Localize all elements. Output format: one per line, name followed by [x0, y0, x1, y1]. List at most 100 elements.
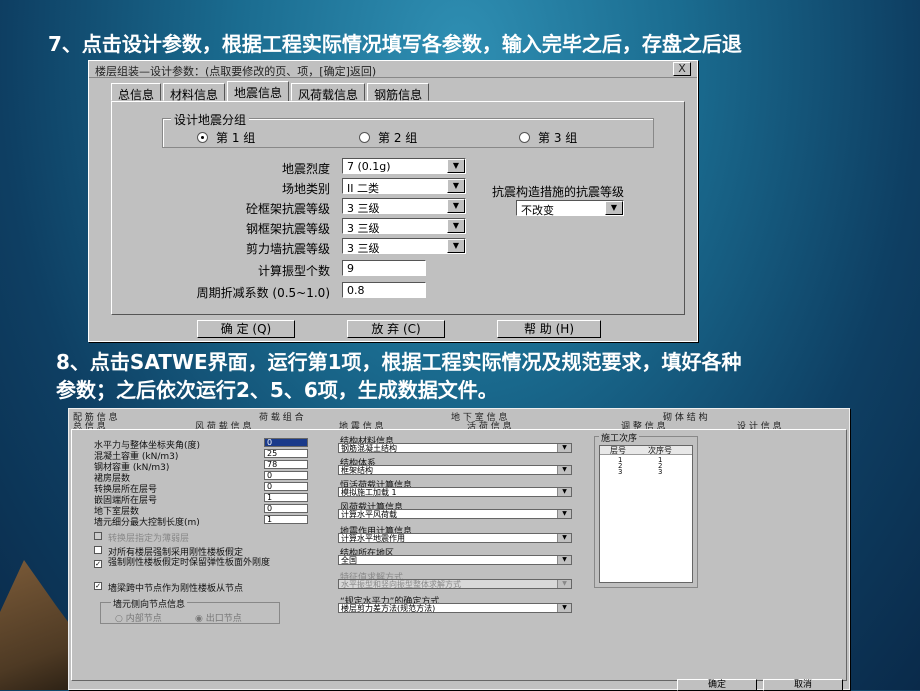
table-cell: 3 — [658, 468, 663, 476]
detailing-grade-select[interactable]: 不改变 ▼ — [516, 200, 624, 217]
angle-input[interactable]: 0 — [264, 438, 308, 447]
wall-mesh-length-input[interactable]: 1 — [264, 515, 308, 524]
concrete-frame-grade-select[interactable]: 3 三级 ▼ — [342, 198, 466, 215]
table-cell: 3 — [618, 468, 623, 476]
select-value: 7 (0.1g) — [347, 160, 391, 173]
radio-group-1[interactable]: 第 1 组 — [197, 129, 255, 146]
field-label-intensity: 地震烈度 — [281, 162, 330, 176]
radio-icon — [519, 132, 530, 143]
cancel-button[interactable]: 取消 — [763, 679, 843, 691]
select-value: 3 三级 — [347, 202, 380, 215]
chevron-down-icon[interactable]: ▼ — [557, 510, 571, 518]
checkbox-transfer-weak[interactable] — [94, 532, 102, 540]
group-title: 设计地震分组 — [171, 111, 250, 128]
help-button[interactable]: 帮 助 (H) — [497, 320, 601, 338]
group-title: 施工次序 — [599, 431, 640, 444]
concrete-density-input[interactable]: 25 — [264, 449, 308, 458]
detailing-grade-label: 抗震构造措施的抗震等级 — [491, 185, 624, 199]
radio-group-3[interactable]: 第 3 组 — [519, 129, 577, 146]
structure-system-select[interactable]: 框架结构 ▼ — [338, 465, 572, 475]
radio-label: 第 1 组 — [216, 131, 256, 145]
chevron-down-icon[interactable]: ▼ — [557, 580, 571, 588]
shear-wall-grade-select[interactable]: 3 三级 ▼ — [342, 238, 466, 255]
close-icon[interactable]: X — [673, 62, 691, 76]
select-value: 3 三级 — [347, 222, 380, 235]
tab-rebar[interactable]: 钢筋信息 — [367, 83, 430, 102]
region-select[interactable]: 全国 ▼ — [338, 555, 572, 565]
chevron-down-icon[interactable]: ▼ — [447, 239, 465, 253]
field-label-modes: 计算振型个数 — [257, 264, 330, 278]
chevron-down-icon[interactable]: ▼ — [557, 466, 571, 474]
radio-label: 出口节点 — [205, 614, 242, 624]
field-label-site: 场地类别 — [281, 182, 330, 196]
chevron-down-icon[interactable]: ▼ — [557, 604, 571, 612]
chevron-down-icon[interactable]: ▼ — [447, 159, 465, 173]
embed-floor-input[interactable]: 1 — [264, 493, 308, 502]
chevron-down-icon[interactable]: ▼ — [605, 201, 623, 215]
group-title: 墙元侧向节点信息 — [111, 597, 188, 610]
ok-button[interactable]: 确 定 (Q) — [197, 320, 295, 338]
cancel-button[interactable]: 放 弃 (C) — [347, 320, 445, 338]
period-factor-input[interactable]: 0.8 — [342, 282, 426, 298]
eigen-method-select[interactable]: 水平振型和竖向振型整体求解方式 ▼ — [338, 579, 572, 589]
radio-exit-node[interactable]: ◉ 出口节点 — [195, 611, 242, 624]
material-select[interactable]: 钢筋混凝土结构 ▼ — [338, 443, 572, 453]
radio-inner-node[interactable]: ○ 内部节点 — [115, 611, 162, 624]
check-label: 强制刚性楼板假定时保留弹性板面外刚度 — [108, 558, 271, 568]
seismic-panel: 设计地震分组 第 1 组 第 2 组 第 3 组 地震烈度 7 (0.1g) ▼ … — [111, 101, 685, 315]
podium-floors-input[interactable]: 0 — [264, 471, 308, 480]
field-label-period-factor: 周期折减系数 (0.5~1.0) — [196, 286, 330, 300]
chevron-down-icon[interactable]: ▼ — [557, 556, 571, 564]
step8-text-line2: 参数；之后依次运行2、5、6项，生成数据文件。 — [56, 378, 498, 402]
select-value: 钢筋混凝土结构 — [341, 444, 397, 453]
chevron-down-icon[interactable]: ▼ — [557, 488, 571, 496]
basement-floors-input[interactable]: 0 — [264, 504, 308, 513]
select-value: 框架结构 — [341, 466, 373, 475]
transfer-floor-input[interactable]: 0 — [264, 482, 308, 491]
tab-row-bottom: 总 信 息 风 荷 载 信 息 地 震 信 息 活 荷 信 息 调 整 信 息 … — [69, 419, 851, 432]
select-value: 不改变 — [521, 204, 554, 217]
select-value: 全国 — [341, 556, 357, 565]
radio-icon — [359, 132, 370, 143]
dead-live-select[interactable]: 模拟施工加载 1 ▼ — [338, 487, 572, 497]
table-header: 层号 次序号 — [600, 446, 692, 455]
radio-label: 第 3 组 — [538, 131, 578, 145]
construction-table[interactable]: 层号 次序号 1 1 2 2 3 3 — [599, 445, 693, 583]
select-value: 3 三级 — [347, 242, 380, 255]
radio-selected-icon — [197, 132, 208, 143]
chevron-down-icon[interactable]: ▼ — [557, 534, 571, 542]
tab-material[interactable]: 材料信息 — [163, 83, 226, 102]
steel-density-input[interactable]: 78 — [264, 460, 308, 469]
wind-calc-select[interactable]: 计算水平风荷载 ▼ — [338, 509, 572, 519]
checkbox-beam-node[interactable]: ✓ — [94, 582, 102, 590]
tab-general[interactable]: 总信息 — [111, 83, 162, 102]
ok-button[interactable]: 确定 — [677, 679, 757, 691]
construction-group: 施工次序 层号 次序号 1 1 2 2 3 3 — [594, 431, 698, 588]
radio-label: 内部节点 — [125, 614, 162, 624]
horizontal-force-select[interactable]: 楼层剪力差方法(规范方法) ▼ — [338, 603, 572, 613]
chevron-down-icon[interactable]: ▼ — [557, 444, 571, 452]
select-value: 计算水平地震作用 — [341, 534, 405, 543]
field-label-shear-wall: 剪力墙抗震等级 — [245, 242, 330, 256]
tab-wind[interactable]: 风荷载信息 — [291, 83, 366, 102]
mode-count-input[interactable]: 9 — [342, 260, 426, 276]
steel-frame-grade-select[interactable]: 3 三级 ▼ — [342, 218, 466, 235]
field-label-steel-frame: 钢框架抗震等级 — [245, 222, 330, 236]
radio-group-2[interactable]: 第 2 组 — [359, 129, 417, 146]
chevron-down-icon[interactable]: ▼ — [447, 199, 465, 213]
select-value: 楼层剪力差方法(规范方法) — [341, 604, 436, 613]
intensity-select[interactable]: 7 (0.1g) ▼ — [342, 158, 466, 174]
dialog-titlebar: 楼层组装—设计参数：(点取要修改的页、项，[确定]返回) X — [89, 61, 697, 78]
tab-strip: 总信息 材料信息 地震信息 风荷载信息 钢筋信息 — [111, 81, 431, 102]
checkbox-keep-stiffness[interactable]: ✓ — [94, 560, 102, 568]
chevron-down-icon[interactable]: ▼ — [447, 219, 465, 233]
select-value: II 二类 — [347, 182, 379, 195]
check-label: 对所有楼层强制采用刚性楼板假定 — [108, 548, 244, 558]
header-floor: 层号 — [610, 446, 626, 455]
radio-label: 第 2 组 — [378, 131, 418, 145]
checkbox-rigid-floor[interactable] — [94, 546, 102, 554]
seismic-calc-select[interactable]: 计算水平地震作用 ▼ — [338, 533, 572, 543]
tab-seismic[interactable]: 地震信息 — [227, 81, 290, 101]
select-value: 模拟施工加载 1 — [341, 488, 397, 497]
select-value: 水平振型和竖向振型整体求解方式 — [341, 580, 461, 589]
